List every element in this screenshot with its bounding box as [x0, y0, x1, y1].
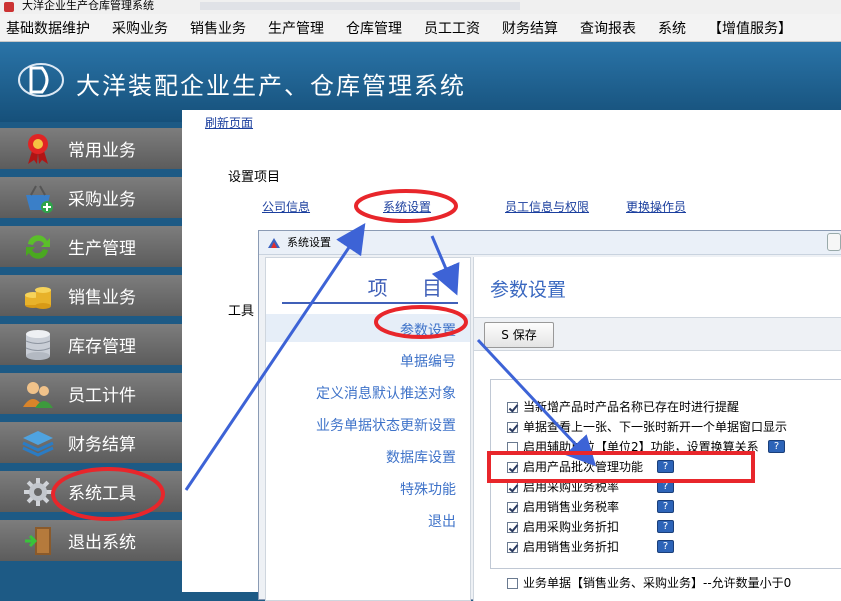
sidebar-item-purchase[interactable]: 采购业务 — [0, 177, 182, 222]
help-icon[interactable]: ? — [657, 520, 674, 533]
nav-divider — [282, 302, 458, 304]
sidebar-item-exit[interactable]: 退出系统 — [0, 520, 182, 565]
checkbox[interactable] — [507, 482, 518, 493]
users-icon — [22, 378, 54, 410]
sidebar-item-label: 员工计件 — [68, 386, 136, 406]
sidebar-item-label: 库存管理 — [68, 337, 136, 357]
app-icon — [4, 2, 14, 12]
sidebar-item-label: 系统工具 — [68, 484, 136, 504]
option-new-window[interactable]: 单据查看上一张、下一张时新开一个单据窗口显示 — [507, 420, 787, 436]
sidebar-item-system-tools[interactable]: 系统工具 — [0, 471, 182, 516]
option-name-exists-warning[interactable]: 当新增产品时产品名称已存在时进行提醒 — [507, 400, 739, 416]
help-icon[interactable]: ? — [657, 460, 674, 473]
shopping-basket-icon — [22, 182, 54, 214]
sidebar-item-production[interactable]: 生产管理 — [0, 226, 182, 271]
refresh-link[interactable]: 刷新页面 — [205, 114, 253, 131]
layers-icon — [22, 427, 54, 459]
menu-value-added[interactable]: 【增值服务】 — [708, 18, 792, 38]
sidebar-item-label: 常用业务 — [68, 141, 136, 161]
nav-item-message-push[interactable]: 定义消息默认推送对象 — [316, 383, 456, 403]
help-icon[interactable]: ? — [768, 440, 785, 453]
nav-item-special[interactable]: 特殊功能 — [400, 479, 456, 499]
nav-item-document-numbering[interactable]: 单据编号 — [400, 351, 456, 371]
menu-purchase[interactable]: 采购业务 — [112, 18, 168, 38]
logo-icon — [18, 63, 64, 97]
option-purchase-discount[interactable]: 启用采购业务折扣 — [507, 520, 619, 536]
settings-header: 参数设置 — [490, 279, 567, 301]
sidebar-item-inventory[interactable]: 库存管理 — [0, 324, 182, 369]
award-ribbon-icon — [22, 133, 54, 165]
dialog-title: 系统设置 — [287, 236, 331, 249]
menu-warehouse[interactable]: 仓库管理 — [346, 18, 402, 38]
window-titlebar: 大洋企业生产仓库管理系统 — [0, 0, 841, 14]
coins-icon — [22, 280, 54, 312]
menu-system[interactable]: 系统 — [658, 18, 686, 38]
gear-icon — [22, 476, 54, 508]
sidebar-item-finance[interactable]: 财务结算 — [0, 422, 182, 467]
option-sales-tax[interactable]: 启用销售业务税率 — [507, 500, 619, 516]
sidebar: 常用业务 采购业务 生产管理 销售业务 库存管理 员工计件 财务结算 系统工具 … — [0, 122, 182, 592]
dialog-titlebar: 系统设置 — [259, 231, 841, 255]
nav-header: 项 目 — [367, 276, 456, 300]
blurred-path — [200, 2, 520, 10]
checkbox[interactable] — [507, 462, 518, 473]
sidebar-item-piecework[interactable]: 员工计件 — [0, 373, 182, 418]
checkbox[interactable] — [507, 522, 518, 533]
nav-item-parameters[interactable]: 参数设置 — [400, 320, 456, 340]
nav-item-database[interactable]: 数据库设置 — [386, 447, 456, 467]
option-batch-management[interactable]: 启用产品批次管理功能 — [507, 460, 643, 476]
sidebar-item-label: 采购业务 — [68, 190, 136, 210]
exit-door-icon — [22, 525, 54, 557]
tools-label: 工具 — [228, 304, 255, 319]
menu-production[interactable]: 生产管理 — [268, 18, 324, 38]
checkbox[interactable] — [507, 542, 518, 553]
sidebar-item-label: 生产管理 — [68, 239, 136, 259]
option-aux-unit[interactable]: 启用辅助单位【单位2】功能，设置换算关系 — [507, 440, 759, 456]
sidebar-item-label: 财务结算 — [68, 435, 136, 455]
nav-item-status-update[interactable]: 业务单据状态更新设置 — [316, 415, 456, 435]
checkbox[interactable] — [507, 422, 518, 433]
sidebar-item-label: 退出系统 — [68, 533, 136, 553]
sidebar-item-label: 销售业务 — [68, 288, 136, 308]
save-button[interactable]: S 保存 — [484, 322, 554, 348]
menu-sales[interactable]: 销售业务 — [190, 18, 246, 38]
menu-basic-data[interactable]: 基础数据维护 — [6, 18, 90, 38]
dialog-close-button[interactable] — [827, 233, 841, 251]
link-company-info[interactable]: 公司信息 — [262, 198, 310, 215]
window-title: 大洋企业生产仓库管理系统 — [22, 0, 154, 12]
database-icon — [22, 329, 54, 361]
settings-toolbar: S 保存 — [474, 317, 841, 351]
option-purchase-tax[interactable]: 启用采购业务税率 — [507, 480, 619, 496]
dialog-app-icon — [268, 238, 280, 248]
dialog-nav-pane: 项 目 参数设置 单据编号 定义消息默认推送对象 业务单据状态更新设置 数据库设… — [265, 257, 471, 601]
help-icon[interactable]: ? — [657, 540, 674, 553]
link-employee-permissions[interactable]: 员工信息与权限 — [505, 198, 589, 215]
sidebar-item-common[interactable]: 常用业务 — [0, 128, 182, 173]
menu-finance[interactable]: 财务结算 — [502, 18, 558, 38]
menu-salary[interactable]: 员工工资 — [424, 18, 480, 38]
option-allow-negative-qty[interactable]: 业务单据【销售业务、采购业务】--允许数量小于0 — [507, 576, 791, 592]
menu-bar: 基础数据维护 采购业务 销售业务 生产管理 仓库管理 员工工资 财务结算 查询报… — [0, 14, 841, 42]
refresh-arrows-icon — [22, 231, 54, 263]
help-icon[interactable]: ? — [657, 480, 674, 493]
option-sales-discount[interactable]: 启用销售业务折扣 — [507, 540, 619, 556]
settings-section-title: 设置项目 — [228, 170, 281, 185]
nav-item-exit[interactable]: 退出 — [428, 511, 456, 531]
checkbox[interactable] — [507, 502, 518, 513]
link-system-settings[interactable]: 系统设置 — [383, 198, 431, 215]
help-icon[interactable]: ? — [657, 500, 674, 513]
menu-reports[interactable]: 查询报表 — [580, 18, 636, 38]
checkbox[interactable] — [507, 578, 518, 589]
app-title: 大洋装配企业生产、仓库管理系统 — [76, 72, 466, 100]
link-change-operator[interactable]: 更换操作员 — [626, 198, 686, 215]
checkbox[interactable] — [507, 402, 518, 413]
checkbox[interactable] — [507, 442, 518, 453]
sidebar-item-sales[interactable]: 销售业务 — [0, 275, 182, 320]
